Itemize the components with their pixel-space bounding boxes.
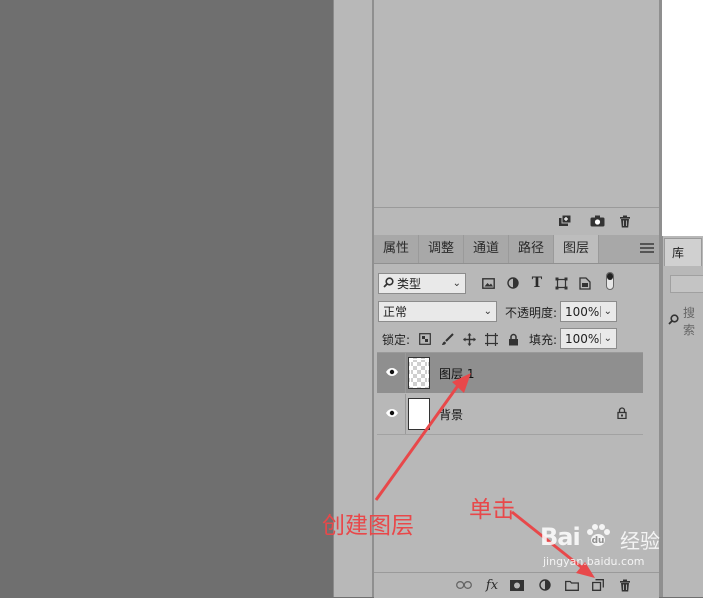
annotation-click: 单击 bbox=[469, 497, 515, 523]
watermark-suffix: 经验 bbox=[620, 529, 660, 553]
baidu-watermark: Bai du 经验 jingyan.baidu.com bbox=[540, 523, 660, 568]
watermark-domain: jingyan.baidu.com bbox=[543, 555, 645, 568]
paw-icon: du bbox=[585, 523, 611, 552]
watermark-brand: Bai bbox=[540, 523, 581, 551]
svg-text:du: du bbox=[591, 536, 604, 546]
annotation-create-layer: 创建图层 bbox=[322, 513, 414, 539]
